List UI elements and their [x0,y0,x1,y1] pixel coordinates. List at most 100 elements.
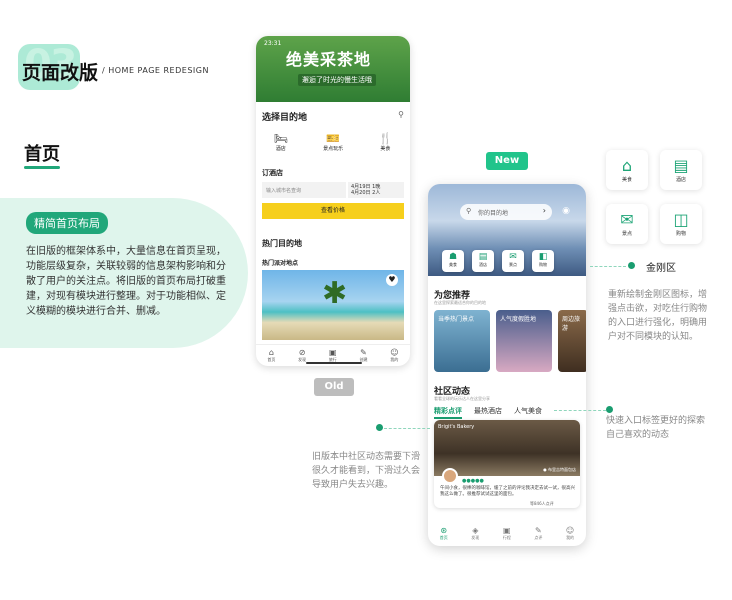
ticket-icon: ✉ [620,210,634,229]
page-title: 页面改版 [22,62,99,84]
avatar[interactable] [442,468,458,484]
recommend-cards: 当季热门景点 人气度假胜地 周边旅游 [434,310,586,372]
old-category-row: 🛏 酒店 🎫 景点玩乐 🍴 美食 [256,132,410,152]
edit-icon: ✎ [535,526,542,535]
community-tabs: 精彩点评 最热酒店 人气美食 [434,406,542,419]
discover-icon: ⊘ [298,348,306,357]
icon-tile-hotel: ▤ 酒店 [660,150,702,190]
shopping-bag-icon: ◧ [538,252,548,262]
new-phone-screen: ⚲ 你的目的地 › ◉ ☗ 美食 ▤ 酒店 ✉ 景点 ◧ 购物 为您推荐 在这里探索最适… [428,184,586,546]
kingkong-icons: ☗ 美食 ▤ 酒店 ✉ 景点 ◧ 购物 [442,250,554,272]
palm-tree-icon: ✱ [322,276,348,311]
tab-hot-hotels[interactable]: 最热酒店 [474,406,502,419]
city-search-input[interactable]: 输入城市名查询 [262,182,346,198]
post-text: 午间小食，很棒的咖啡馆，缓了之前的评论我决定去试一试，很高兴我这么做了。很推荐试… [440,486,575,497]
icon-tile-shopping: ◫ 购物 [660,204,702,244]
layout-tag: 精简首页布局 [26,212,108,234]
tab-trips[interactable]: ▣ 行程 [503,522,511,546]
hot-destinations-title: 热门目的地 [262,239,302,248]
post-shop-name: Brigit's Bakery [438,424,475,430]
suitcase-icon: ▣ [503,526,511,535]
cloche-icon: ⌂ [621,156,633,175]
kk-food[interactable]: ☗ 美食 [442,250,464,272]
owl-icon: ⊛ [440,526,448,535]
search-icon: ⚲ [466,207,472,215]
kk-attraction[interactable]: ✉ 景点 [502,250,524,272]
icon-tile-food: ⌂ 美食 [606,150,648,190]
category-attractions[interactable]: 🎫 景点玩乐 [323,132,343,152]
tab-discover[interactable]: ⊘ 发现 [298,345,306,366]
community-subtitle: 看看全球的玩乐达人在这里分享 [434,396,490,401]
hot-party-places-title: 热门派对地点 [262,260,299,267]
tab-reviews[interactable]: ✎ 点评 [534,522,542,546]
destination-search-bar[interactable]: ⚲ 你的目的地 › [460,204,552,220]
date-picker[interactable]: 4月19日 1晚 4月20日 2人 [348,182,404,198]
hotel-section-title: 订酒店 [262,169,283,177]
tab-me[interactable]: ☺ 我的 [390,345,398,366]
destination-title[interactable]: 选择目的地 [262,110,307,123]
new-label: New [486,152,528,170]
rating-stars: ●●●●● [462,478,484,484]
building-icon: ▤ [673,156,689,175]
tab-discover[interactable]: ◈ 发现 [471,522,479,546]
post-location: ● 布里吉特面包店 [543,467,576,472]
section-underline [24,166,60,169]
old-banner[interactable]: 23:31 绝美采茶地 邂逅了时光的慢生活哦 [256,36,410,102]
page-subtitle: / HOME PAGE REDESIGN [102,66,209,75]
banner-title: 绝美采茶地 [286,50,372,69]
post-image: Brigit's Bakery ● 布里吉特面包店 [434,420,580,476]
connector-line [384,428,430,429]
new-tab-bar: ⊛ 首页 ◈ 发现 ▣ 行程 ✎ 点评 ☺ 我的 [428,522,586,546]
ticket-icon: 🎫 [326,132,340,145]
icon-tile-attraction: ✉ 景点 [606,204,648,244]
kk-hotel[interactable]: ▤ 酒店 [472,250,494,272]
edit-icon: ✎ [360,348,367,357]
recommend-subtitle: 在这里探索最适合你的目的地 [434,300,486,305]
user-icon: ☺ [390,348,399,357]
home-icon: ⌂ [268,348,274,357]
connector-line [590,266,626,267]
connector-line [554,410,606,411]
chevron-right-icon: › [542,206,546,215]
section-description: 在旧版的框架体系中，大量信息在首页呈现，功能层级复杂，关联较弱的信息架构影响和分… [26,246,226,317]
kingkong-note: 重新绘制金刚区图标，增强点击欲，对吃住行购物的入口进行强化，明确用户对不同模块的… [608,290,708,342]
banner-subtitle: 邂逅了时光的慢生活哦 [298,74,376,86]
tab-popular-food[interactable]: 人气美食 [514,406,542,419]
old-phone-screen: 23:31 绝美采茶地 邂逅了时光的慢生活哦 选择目的地 ⚲ 🛏 酒店 🎫 景点玩乐… [256,36,410,366]
recommend-card[interactable]: 周边旅游 [558,310,586,372]
building-icon: ▤ [478,252,488,262]
shopping-bag-icon: ◫ [673,210,689,229]
status-time: 23:31 [264,40,282,47]
kk-shopping[interactable]: ◧ 购物 [532,250,554,272]
old-note: 旧版本中社区动态需要下滑很久才能看到，下滑过久会导致用户失去兴趣。 [312,452,421,490]
bag-icon: ▣ [329,348,337,357]
old-label: Old [314,378,354,396]
fork-icon: 🍴 [378,132,393,145]
heart-icon[interactable]: ♥ [386,274,398,286]
annotation-dot [376,424,383,431]
compass-icon: ◈ [472,526,479,535]
tab-reviews[interactable]: 精彩点评 [434,406,462,419]
tab-me[interactable]: ☺ 我的 [566,522,574,546]
recommend-card[interactable]: 当季热门景点 [434,310,490,372]
tab-home[interactable]: ⌂ 首页 [267,345,275,366]
recommend-card[interactable]: 人气度假胜地 [496,310,552,372]
tab-home[interactable]: ⊛ 首页 [440,522,448,546]
annotation-dot [606,406,613,413]
location-pin-icon[interactable]: ◉ [562,206,570,216]
section-title: 首页 [24,144,60,165]
ticket-icon: ✉ [509,252,517,262]
community-post-card[interactable]: Brigit's Bakery ● 布里吉特面包店 ●●●●● 午间小食，很棒的… [434,420,580,508]
cloche-icon: ☗ [448,252,458,262]
new-hero-banner: ⚲ 你的目的地 › ◉ ☗ 美食 ▤ 酒店 ✉ 景点 ◧ 购物 [428,184,586,276]
category-hotel[interactable]: 🛏 酒店 [274,132,288,152]
search-icon[interactable]: ⚲ [398,110,404,119]
destination-photo[interactable]: ✱ ♥ [262,270,404,340]
kingkong-label: 金刚区 [646,263,676,274]
category-food[interactable]: 🍴 美食 [379,132,393,152]
check-price-button[interactable]: 查看价格 [262,203,404,219]
bed-icon: 🛏 [273,132,288,145]
post-likes: 等846人点评 [530,501,554,506]
annotation-dot [628,262,635,269]
home-indicator [306,362,362,364]
